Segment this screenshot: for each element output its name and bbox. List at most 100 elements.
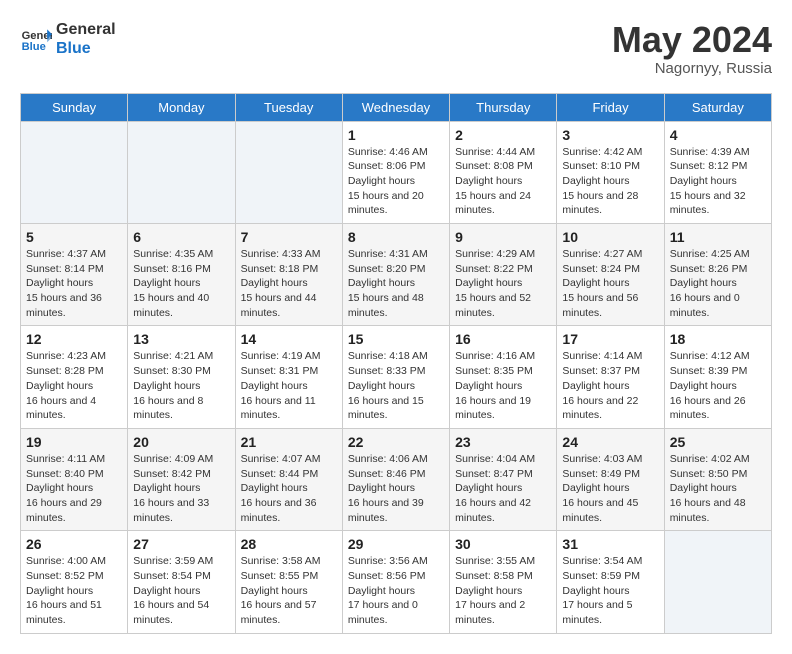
day-number: 27 [133, 536, 229, 552]
day-number: 6 [133, 229, 229, 245]
day-number: 21 [241, 434, 337, 450]
day-number: 2 [455, 127, 551, 143]
cell-info: Sunrise: 4:14 AMSunset: 8:37 PMDaylight … [562, 349, 658, 422]
cell-info: Sunrise: 4:02 AMSunset: 8:50 PMDaylight … [670, 452, 766, 525]
weekday-header-tuesday: Tuesday [235, 93, 342, 121]
day-number: 29 [348, 536, 444, 552]
week-row-1: 1 Sunrise: 4:46 AMSunset: 8:06 PMDaylight… [21, 121, 772, 223]
day-cell-31: 31 Sunrise: 3:54 AMSunset: 8:59 PMDayligh… [557, 531, 664, 633]
cell-info: Sunrise: 3:56 AMSunset: 8:56 PMDaylight … [348, 554, 444, 627]
cell-info: Sunrise: 4:07 AMSunset: 8:44 PMDaylight … [241, 452, 337, 525]
day-number: 19 [26, 434, 122, 450]
day-number: 17 [562, 331, 658, 347]
cell-info: Sunrise: 4:33 AMSunset: 8:18 PMDaylight … [241, 247, 337, 320]
calendar-table: SundayMondayTuesdayWednesdayThursdayFrid… [20, 93, 772, 634]
cell-info: Sunrise: 4:21 AMSunset: 8:30 PMDaylight … [133, 349, 229, 422]
cell-info: Sunrise: 4:46 AMSunset: 8:06 PMDaylight … [348, 145, 444, 218]
cell-info: Sunrise: 4:44 AMSunset: 8:08 PMDaylight … [455, 145, 551, 218]
day-cell-7: 7Sunrise: 4:33 AMSunset: 8:18 PMDaylight… [235, 224, 342, 326]
day-number: 16 [455, 331, 551, 347]
weekday-header-monday: Monday [128, 93, 235, 121]
day-number: 22 [348, 434, 444, 450]
location: Nagornyy, Russia [612, 60, 772, 77]
month-title: May 2024 [612, 20, 772, 60]
cell-info: Sunrise: 3:54 AMSunset: 8:59 PMDaylight … [562, 554, 658, 627]
day-cell-15: 15 Sunrise: 4:18 AMSunset: 8:33 PMDayligh… [342, 326, 449, 428]
day-cell-14: 14 Sunrise: 4:19 AMSunset: 8:31 PMDayligh… [235, 326, 342, 428]
day-cell-27: 27Sunrise: 3:59 AMSunset: 8:54 PMDayligh… [128, 531, 235, 633]
weekday-header-friday: Friday [557, 93, 664, 121]
cell-info: Sunrise: 4:37 AMSunset: 8:14 PMDaylight … [26, 247, 122, 320]
day-number: 3 [562, 127, 658, 143]
cell-info: Sunrise: 4:00 AMSunset: 8:52 PMDaylight … [26, 554, 122, 627]
day-number: 28 [241, 536, 337, 552]
empty-cell [21, 121, 128, 223]
weekday-header-thursday: Thursday [450, 93, 557, 121]
cell-info: Sunrise: 3:55 AMSunset: 8:58 PMDaylight … [455, 554, 551, 627]
day-number: 14 [241, 331, 337, 347]
logo-text: General Blue [56, 20, 116, 58]
cell-info: Sunrise: 4:04 AMSunset: 8:47 PMDaylight … [455, 452, 551, 525]
cell-info: Sunrise: 4:42 AMSunset: 8:10 PMDaylight … [562, 145, 658, 218]
cell-info: Sunrise: 4:03 AMSunset: 8:49 PMDaylight … [562, 452, 658, 525]
page-header: General Blue General Blue May 2024 Nagor… [20, 20, 772, 77]
week-row-3: 12 Sunrise: 4:23 AMSunset: 8:28 PMDayligh… [21, 326, 772, 428]
cell-info: Sunrise: 4:06 AMSunset: 8:46 PMDaylight … [348, 452, 444, 525]
day-number: 26 [26, 536, 122, 552]
week-row-5: 26 Sunrise: 4:00 AMSunset: 8:52 PMDayligh… [21, 531, 772, 633]
weekday-header-wednesday: Wednesday [342, 93, 449, 121]
weekday-header-sunday: Sunday [21, 93, 128, 121]
weekday-header-saturday: Saturday [664, 93, 771, 121]
cell-info: Sunrise: 4:11 AMSunset: 8:40 PMDaylight … [26, 452, 122, 525]
day-number: 5 [26, 229, 122, 245]
empty-cell [235, 121, 342, 223]
day-cell-28: 28 Sunrise: 3:58 AMSunset: 8:55 PMDayligh… [235, 531, 342, 633]
day-cell-18: 18 Sunrise: 4:12 AMSunset: 8:39 PMDayligh… [664, 326, 771, 428]
day-cell-9: 9 Sunrise: 4:29 AMSunset: 8:22 PMDaylight… [450, 224, 557, 326]
day-cell-6: 6 Sunrise: 4:35 AMSunset: 8:16 PMDaylight… [128, 224, 235, 326]
day-cell-16: 16 Sunrise: 4:16 AMSunset: 8:35 PMDayligh… [450, 326, 557, 428]
day-cell-20: 20 Sunrise: 4:09 AMSunset: 8:42 PMDayligh… [128, 428, 235, 530]
logo: General Blue General Blue [20, 20, 116, 58]
cell-info: Sunrise: 4:09 AMSunset: 8:42 PMDaylight … [133, 452, 229, 525]
svg-text:Blue: Blue [22, 41, 46, 53]
day-number: 31 [562, 536, 658, 552]
day-cell-10: 10Sunrise: 4:27 AMSunset: 8:24 PMDayligh… [557, 224, 664, 326]
cell-info: Sunrise: 4:39 AMSunset: 8:12 PMDaylight … [670, 145, 766, 218]
cell-info: Sunrise: 4:35 AMSunset: 8:16 PMDaylight … [133, 247, 229, 320]
day-cell-8: 8Sunrise: 4:31 AMSunset: 8:20 PMDaylight… [342, 224, 449, 326]
cell-info: Sunrise: 4:19 AMSunset: 8:31 PMDaylight … [241, 349, 337, 422]
day-cell-21: 21 Sunrise: 4:07 AMSunset: 8:44 PMDayligh… [235, 428, 342, 530]
title-block: May 2024 Nagornyy, Russia [612, 20, 772, 77]
day-number: 25 [670, 434, 766, 450]
day-cell-13: 13Sunrise: 4:21 AMSunset: 8:30 PMDayligh… [128, 326, 235, 428]
day-number: 18 [670, 331, 766, 347]
day-cell-19: 19 Sunrise: 4:11 AMSunset: 8:40 PMDayligh… [21, 428, 128, 530]
cell-info: Sunrise: 4:16 AMSunset: 8:35 PMDaylight … [455, 349, 551, 422]
day-number: 10 [562, 229, 658, 245]
day-number: 12 [26, 331, 122, 347]
day-cell-23: 23 Sunrise: 4:04 AMSunset: 8:47 PMDayligh… [450, 428, 557, 530]
logo-icon: General Blue [20, 23, 52, 55]
day-cell-29: 29 Sunrise: 3:56 AMSunset: 8:56 PMDayligh… [342, 531, 449, 633]
day-cell-17: 17 Sunrise: 4:14 AMSunset: 8:37 PMDayligh… [557, 326, 664, 428]
day-cell-30: 30Sunrise: 3:55 AMSunset: 8:58 PMDayligh… [450, 531, 557, 633]
day-number: 9 [455, 229, 551, 245]
day-number: 24 [562, 434, 658, 450]
day-cell-12: 12 Sunrise: 4:23 AMSunset: 8:28 PMDayligh… [21, 326, 128, 428]
cell-info: Sunrise: 3:58 AMSunset: 8:55 PMDaylight … [241, 554, 337, 627]
weekday-header-row: SundayMondayTuesdayWednesdayThursdayFrid… [21, 93, 772, 121]
cell-info: Sunrise: 4:18 AMSunset: 8:33 PMDaylight … [348, 349, 444, 422]
day-cell-2: 2 Sunrise: 4:44 AMSunset: 8:08 PMDaylight… [450, 121, 557, 223]
cell-info: Sunrise: 4:12 AMSunset: 8:39 PMDaylight … [670, 349, 766, 422]
week-row-4: 19 Sunrise: 4:11 AMSunset: 8:40 PMDayligh… [21, 428, 772, 530]
cell-info: Sunrise: 4:23 AMSunset: 8:28 PMDaylight … [26, 349, 122, 422]
day-number: 15 [348, 331, 444, 347]
cell-info: Sunrise: 4:31 AMSunset: 8:20 PMDaylight … [348, 247, 444, 320]
day-number: 20 [133, 434, 229, 450]
day-cell-4: 4Sunrise: 4:39 AMSunset: 8:12 PMDaylight… [664, 121, 771, 223]
cell-info: Sunrise: 4:29 AMSunset: 8:22 PMDaylight … [455, 247, 551, 320]
day-number: 1 [348, 127, 444, 143]
day-number: 23 [455, 434, 551, 450]
day-cell-25: 25 Sunrise: 4:02 AMSunset: 8:50 PMDayligh… [664, 428, 771, 530]
